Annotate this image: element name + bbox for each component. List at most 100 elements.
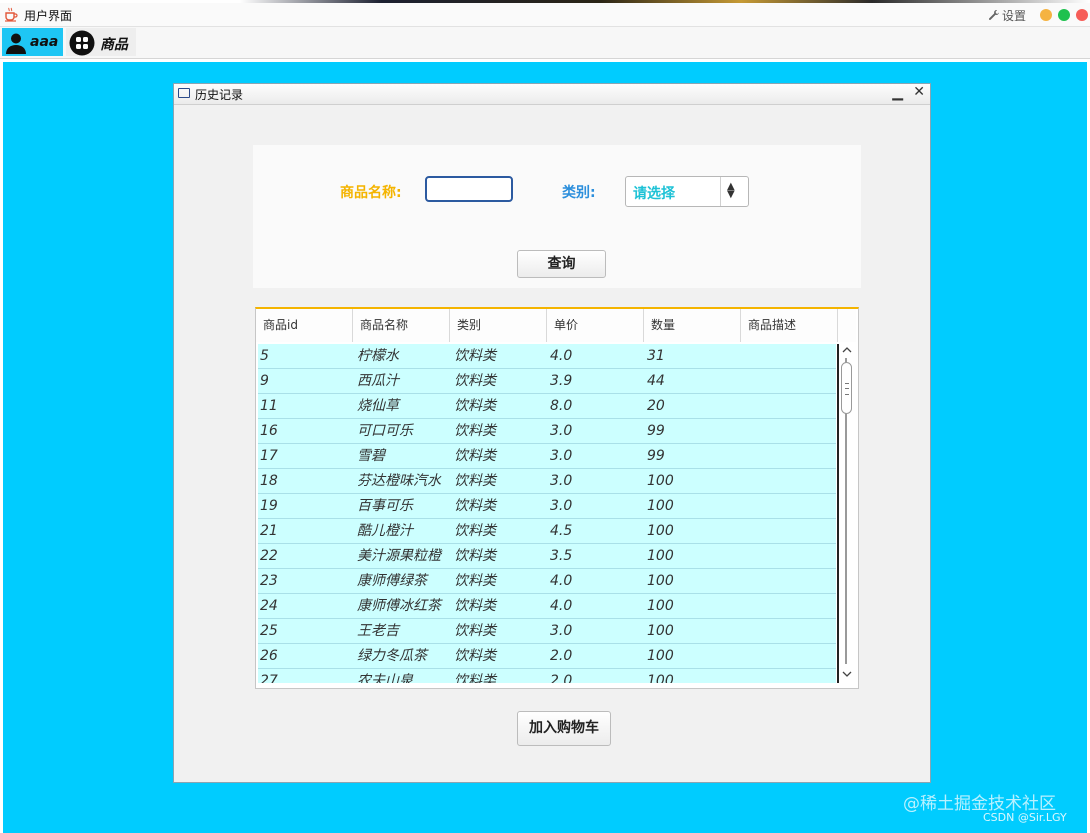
table-row[interactable]: 17 雪碧 饮料类 3.0 99	[258, 444, 836, 469]
history-internal-frame: 历史记录 ▁ ✕ 商品名称: 类别: 请选择 ▲ ▼ 查询 商品id 商品名称 类别单…	[173, 83, 931, 783]
table-cell: 100	[647, 473, 674, 489]
maximize-window-button[interactable]	[1058, 9, 1070, 21]
column-header[interactable]: 商品名称	[353, 309, 450, 342]
category-label: 类别:	[562, 185, 596, 201]
close-window-button[interactable]	[1076, 9, 1088, 21]
table-cell: 康师傅绿茶	[357, 573, 427, 589]
table-cell: 23	[260, 573, 278, 589]
table-cell: 17	[260, 448, 278, 464]
category-select[interactable]: 请选择 ▲ ▼	[625, 176, 749, 207]
table-row[interactable]: 22 美汁源果粒橙 饮料类 3.5 100	[258, 544, 836, 569]
table-row[interactable]: 27 农夫山泉 饮料类 2.0 100	[258, 669, 836, 683]
query-button[interactable]: 查询	[517, 250, 606, 278]
table-cell	[744, 519, 834, 543]
table-cell: 44	[647, 373, 665, 389]
goods-name-input[interactable]	[425, 176, 513, 202]
minimize-window-button[interactable]	[1040, 9, 1052, 21]
table-cell	[744, 669, 834, 683]
table-cell	[744, 569, 834, 593]
table-cell: 2.0	[550, 648, 573, 664]
scroll-up-arrow-icon[interactable]	[841, 344, 853, 356]
settings-button[interactable]: 设置	[988, 7, 1026, 24]
table-row[interactable]: 9 西瓜汁 饮料类 3.9 44	[258, 369, 836, 394]
table-cell: 5	[260, 348, 269, 364]
wrench-icon	[988, 10, 999, 20]
add-to-cart-button[interactable]: 加入购物车	[517, 711, 611, 746]
grid-icon	[69, 30, 95, 56]
table-row[interactable]: 16 可口可乐 饮料类 3.0 99	[258, 419, 836, 444]
table-cell: 康师傅冰红茶	[357, 598, 441, 614]
menu-user-label: aaa	[30, 34, 59, 50]
table-cell: 19	[260, 498, 278, 514]
table-row[interactable]: 23 康师傅绿茶 饮料类 4.0 100	[258, 569, 836, 594]
table-cell: 11	[260, 398, 278, 414]
column-header[interactable]: 类别	[450, 309, 547, 342]
column-header[interactable]: 商品描述	[741, 309, 838, 342]
column-header[interactable]: 商品id	[256, 309, 353, 342]
category-selected-value: 请选择	[633, 186, 675, 202]
table-row[interactable]: 21 酷儿橙汁 饮料类 4.5 100	[258, 519, 836, 544]
vertical-scrollbar[interactable]	[840, 344, 854, 683]
table-cell: 22	[260, 548, 278, 564]
table-cell: 3.9	[550, 373, 573, 389]
column-header[interactable]: 数量	[644, 309, 741, 342]
table-row[interactable]: 18 芬达橙味汽水 饮料类 3.0 100	[258, 469, 836, 494]
table-cell: 100	[647, 598, 674, 614]
table-cell: 饮料类	[454, 673, 496, 683]
table-cell: 饮料类	[454, 573, 496, 589]
table-cell: 百事可乐	[357, 498, 413, 514]
title-bar: 用户界面 设置	[0, 3, 1090, 27]
table-cell: 4.0	[550, 598, 573, 614]
table-cell	[744, 494, 834, 518]
table-cell: 99	[647, 423, 665, 439]
table-cell: 24	[260, 598, 278, 614]
table-cell: 酷儿橙汁	[357, 523, 413, 539]
scroll-down-arrow-icon[interactable]	[841, 668, 853, 680]
table-row[interactable]: 19 百事可乐 饮料类 3.0 100	[258, 494, 836, 519]
window-title: 用户界面	[24, 9, 73, 23]
history-frame-title: 历史记录	[195, 88, 244, 102]
menu-user[interactable]: aaa	[2, 28, 63, 56]
table-cell: 饮料类	[454, 623, 496, 639]
table-cell: 西瓜汁	[357, 373, 399, 389]
table-row[interactable]: 24 康师傅冰红茶 饮料类 4.0 100	[258, 594, 836, 619]
coffee-cup-icon	[5, 7, 18, 22]
table-cell: 25	[260, 623, 278, 639]
table-cell: 饮料类	[454, 348, 496, 364]
table-body: 5 柠檬水 饮料类 4.0 31 9 西瓜汁 饮料类 3.9 44 11 烧仙草 饮料类 8.0 20 16 可…	[258, 344, 838, 683]
table-cell: 烧仙草	[357, 398, 399, 414]
menu-bar: aaa 商品	[0, 27, 1090, 59]
scroll-thumb[interactable]	[841, 362, 852, 414]
history-frame-title-bar[interactable]: 历史记录 ▁ ✕	[174, 84, 930, 105]
frame-close-button[interactable]: ✕	[913, 84, 925, 100]
table-cell: 3.5	[550, 548, 573, 564]
column-header[interactable]: 单价	[547, 309, 644, 342]
menu-goods[interactable]: 商品	[66, 28, 136, 56]
table-cell: 8.0	[550, 398, 573, 414]
table-cell: 芬达橙味汽水	[357, 473, 441, 489]
table-cell: 3.0	[550, 473, 573, 489]
table-cell	[744, 469, 834, 493]
table-cell: 20	[647, 398, 665, 414]
table-cell: 16	[260, 423, 278, 439]
user-icon	[6, 33, 26, 54]
frame-minimize-button[interactable]: ▁	[892, 85, 903, 101]
settings-label: 设置	[1001, 9, 1026, 23]
table-cell: 99	[647, 448, 665, 464]
table-cell: 4.0	[550, 348, 573, 364]
table-row[interactable]: 26 绿力冬瓜茶 饮料类 2.0 100	[258, 644, 836, 669]
select-divider	[720, 177, 721, 206]
table-cell: 100	[647, 623, 674, 639]
updown-arrow-icon: ▲ ▼	[727, 181, 735, 200]
table-cell: 饮料类	[454, 498, 496, 514]
table-cell: 100	[647, 498, 674, 514]
table-cell: 王老吉	[357, 623, 399, 639]
table-cell: 4.0	[550, 573, 573, 589]
table-row[interactable]: 5 柠檬水 饮料类 4.0 31	[258, 344, 836, 369]
table-cell	[744, 444, 834, 468]
table-row[interactable]: 11 烧仙草 饮料类 8.0 20	[258, 394, 836, 419]
table-row[interactable]: 25 王老吉 饮料类 3.0 100	[258, 619, 836, 644]
table-cell: 饮料类	[454, 448, 496, 464]
frame-window-icon	[178, 88, 190, 98]
table-cell: 柠檬水	[357, 348, 399, 364]
